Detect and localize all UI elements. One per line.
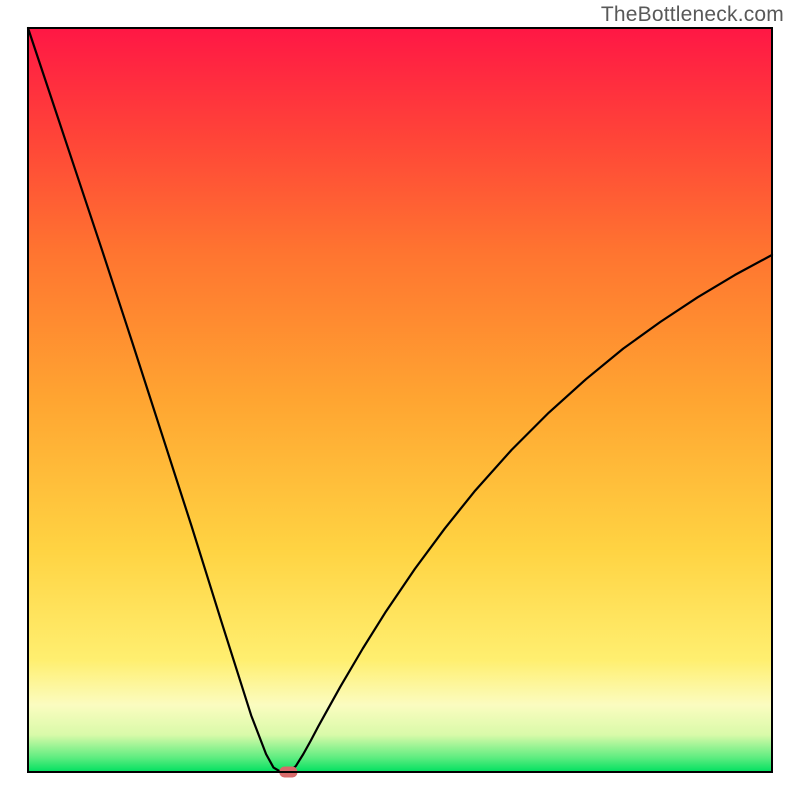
watermark-text: TheBottleneck.com [601,3,784,27]
bottleneck-curve-chart [0,0,800,800]
chart-container: TheBottleneck.com [0,0,800,800]
plot-background [28,28,772,772]
